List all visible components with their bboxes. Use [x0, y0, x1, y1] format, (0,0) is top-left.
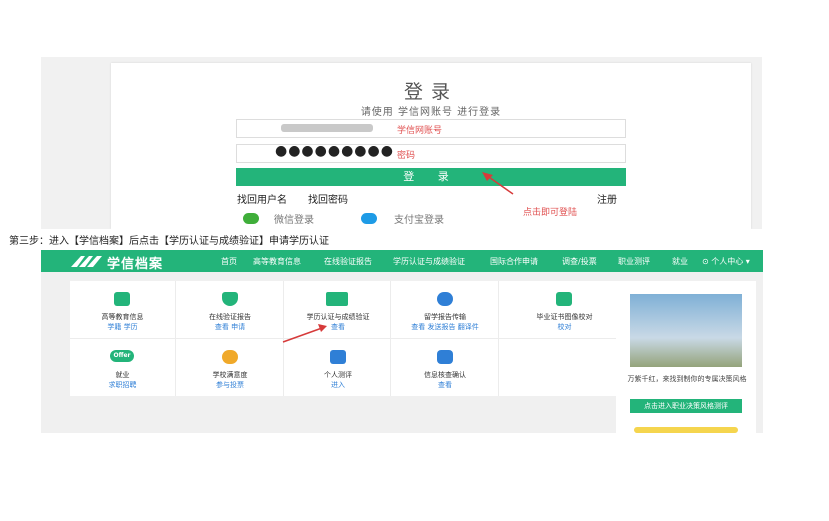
career-test-button[interactable]: 点击进入职业决策风格测评	[630, 399, 742, 413]
side-promo-text: 万紫千红，来找到制你的专属决策风格	[627, 375, 747, 383]
login-screenshot: 登录 请使用 学信网账号 进行登录 学信网账号 ●●●●●●●●● 密码 登 录…	[41, 57, 762, 229]
annotation-arrow-icon	[482, 172, 514, 195]
signpost-photo	[630, 294, 742, 367]
promo-banner-strip	[634, 427, 738, 433]
xuexin-screenshot: 学信档案 首页 高等教育信息 在线验证报告 学历认证与成绩验证 国际合作申请 调…	[41, 250, 763, 433]
side-promo-panel: 万紫千红，来找到制你的专属决策风格 点击进入职业决策风格测评	[616, 281, 756, 433]
step-caption: 第三步：进入【学信档案】后点击【学历认证与成绩验证】申请学历认证	[9, 236, 329, 247]
